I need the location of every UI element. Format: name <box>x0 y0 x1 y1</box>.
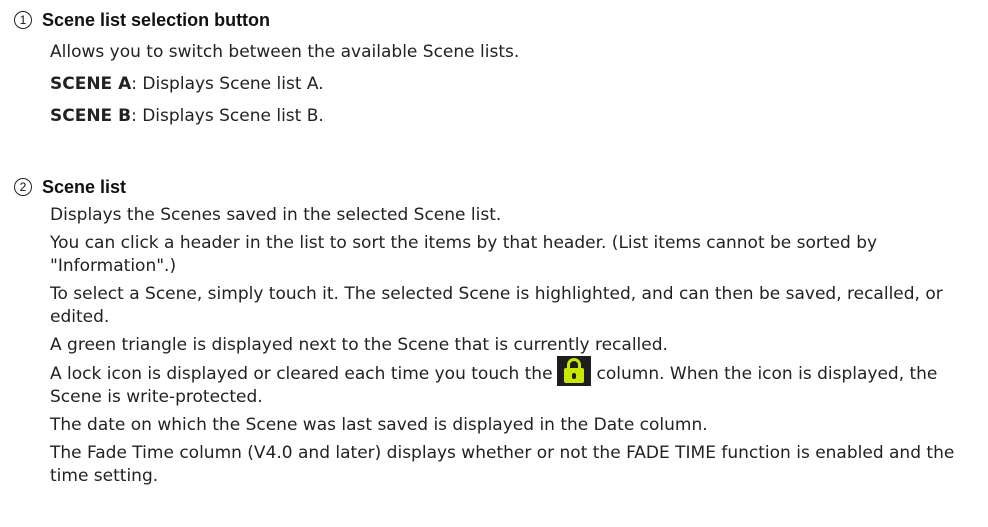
definition-term: SCENE A <box>50 74 132 94</box>
section-number: 2 <box>14 178 32 196</box>
paragraph: The Fade Time column (V4.0 and later) di… <box>50 443 955 486</box>
section-heading: 2 Scene list <box>14 175 968 199</box>
lock-paragraph: A lock icon is displayed or cleared each… <box>50 356 968 409</box>
paragraph: To select a Scene, simply touch it. The … <box>50 284 943 327</box>
section-title: Scene list <box>42 176 127 197</box>
section-intro: Allows you to switch between the availab… <box>50 42 520 62</box>
paragraph: Displays the Scenes saved in the selecte… <box>50 205 502 225</box>
paragraph: The date on which the Scene was last sav… <box>50 415 708 435</box>
lock-icon <box>556 356 591 386</box>
section-scene-list-selection-button: 1 Scene list selection button Allows you… <box>14 8 968 128</box>
section-body: Allows you to switch between the availab… <box>50 41 968 128</box>
manual-page: 1 Scene list selection button Allows you… <box>0 0 988 527</box>
definition-scene-b: SCENE B: Displays Scene list B. <box>50 105 968 128</box>
paragraph: You can click a header in the list to so… <box>50 233 878 276</box>
definition-desc: : Displays Scene list A. <box>131 74 324 94</box>
definition-desc: : Displays Scene list B. <box>131 106 324 126</box>
section-heading: 1 Scene list selection button <box>14 8 968 32</box>
definition-scene-a: SCENE A: Displays Scene list A. <box>50 73 968 96</box>
paragraph: A green triangle is displayed next to th… <box>50 335 668 355</box>
definition-term: SCENE B <box>50 106 132 126</box>
section-scene-list: 2 Scene list Displays the Scenes saved i… <box>14 175 968 488</box>
section-number: 1 <box>14 11 32 29</box>
lock-text-before: A lock icon is displayed or cleared each… <box>50 364 553 384</box>
section-title: Scene list selection button <box>42 9 271 30</box>
section-body: Displays the Scenes saved in the selecte… <box>50 204 968 488</box>
